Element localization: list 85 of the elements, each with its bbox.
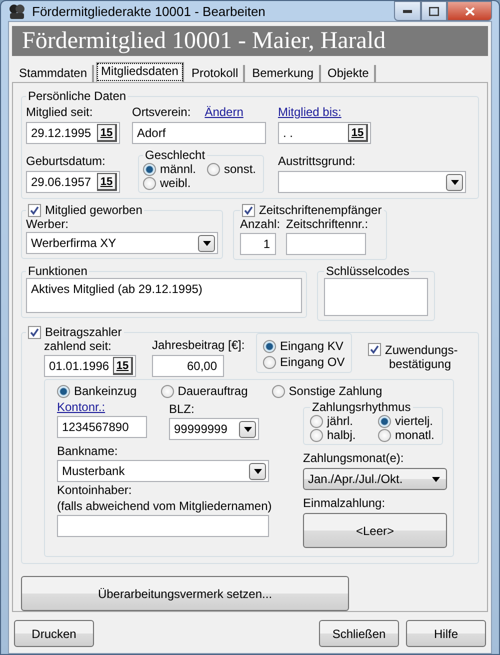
input-field[interactable]: 1 (240, 233, 276, 255)
field-label: zahlend seit: (44, 339, 112, 354)
field-label: BLZ: (169, 402, 196, 417)
field-label: Einmalzahlung: (303, 496, 386, 511)
dialog-button[interactable]: Schließen (319, 620, 399, 647)
checkmark-icon (370, 345, 379, 354)
group-title: Schlüsselcodes (325, 264, 410, 278)
text-area[interactable]: Aktives Mitglied (ab 29.12.1995) (26, 278, 302, 313)
checkbox[interactable]: Zuwendungs-bestätigung (368, 343, 460, 371)
close-icon (464, 6, 474, 16)
dropdown[interactable]: Musterbank (57, 460, 269, 482)
tab[interactable]: Mitgliedsdaten (96, 62, 184, 82)
calendar-button[interactable]: 15 (348, 124, 368, 142)
field-label: Zeitschriftennr.: (286, 217, 366, 232)
calendar-button[interactable]: 15 (113, 357, 133, 375)
radio-button[interactable]: männl. (143, 162, 199, 176)
field-label: Geburtsdatum: (26, 154, 106, 169)
account-number-link[interactable]: Kontonr.: (57, 400, 152, 415)
dropdown-arrow-icon (450, 180, 458, 184)
group-title: Persönliche Daten (27, 89, 128, 103)
radio-button[interactable]: Eingang OV (263, 355, 345, 369)
input-field[interactable]: 1234567890 (57, 416, 147, 438)
checkbox[interactable]: Mitglied geworben (28, 203, 142, 217)
radio-button[interactable]: viertelj. (378, 414, 438, 428)
field-label: Jahresbeitrag [€]: (152, 337, 246, 354)
one-time-payment-button[interactable]: <Leer> (303, 513, 447, 548)
dropdown-button[interactable] (198, 234, 215, 252)
field-label: Ortsverein: (132, 105, 191, 120)
calendar-button[interactable]: 15 (97, 124, 117, 142)
date-field[interactable]: 29.06.1957 15 (26, 171, 120, 193)
field-label: Zahlungsmonat(e): (303, 451, 405, 466)
field-label: (falls abweichend vom Mitgliedernamen) (57, 499, 273, 514)
radio-button[interactable]: Eingang KV (263, 339, 345, 353)
group-title: Funktionen (27, 264, 88, 278)
checkbox[interactable]: Zeitschriftenempfänger (242, 203, 382, 217)
radio-button[interactable]: Bankeinzug (57, 384, 137, 398)
radio-button[interactable]: monatl. (378, 428, 438, 442)
input-field[interactable]: 60,00 (152, 355, 224, 377)
radio-button[interactable]: Dauerauftrag (160, 384, 248, 398)
checkmark-icon (30, 206, 39, 214)
calendar-button[interactable]: 15 (97, 173, 117, 191)
radio-button[interactable]: sonst. (207, 162, 259, 176)
dropdown-button[interactable] (239, 420, 256, 438)
field-label: Werber: (26, 217, 68, 231)
record-header: Fördermitglied 10001 - Maier, Harald (12, 26, 488, 56)
revision-note-button[interactable]: Überarbeitungsvermerk setzen... (21, 576, 349, 611)
dropdown-arrow-icon (254, 468, 262, 474)
minimize-button[interactable] (394, 1, 421, 21)
field-label: Austrittsgrund: (278, 154, 356, 169)
minimize-icon (403, 10, 412, 12)
dialog-button[interactable]: Hilfe (406, 620, 486, 647)
checkbox[interactable]: Beitragszahler (28, 325, 122, 339)
group-title: Zahlungsrhythmus (311, 400, 412, 414)
field-label: Kontoinhaber: (57, 483, 133, 498)
maximize-icon (429, 6, 439, 16)
radio-button[interactable]: jährl. (310, 414, 378, 428)
field-label: Mitglied seit: (26, 105, 94, 120)
change-link[interactable]: Ändern (204, 105, 244, 120)
member-until-link[interactable]: Mitglied bis: (278, 105, 466, 120)
input-field[interactable] (286, 233, 366, 255)
dropdown-button[interactable] (249, 462, 266, 480)
checkmark-icon (244, 206, 253, 214)
dropdown-arrow-icon (244, 426, 252, 432)
app-icon (8, 3, 26, 19)
radio-button[interactable]: Sonstige Zahlung (272, 384, 382, 398)
radio-button[interactable]: weibl. (143, 176, 199, 190)
input-field[interactable]: Adorf (132, 122, 266, 144)
input-field[interactable] (57, 515, 269, 537)
close-button[interactable] (447, 1, 492, 21)
dropdown-arrow-icon (432, 476, 440, 482)
dropdown-arrow-icon (202, 240, 210, 246)
group-title: Geschlecht (144, 148, 206, 162)
dropdown[interactable]: 99999999 (169, 418, 259, 440)
maximize-button[interactable] (421, 1, 447, 21)
date-field[interactable]: . . 15 (278, 122, 371, 144)
month-dropdown[interactable]: Jan./Apr./Jul./Okt. (303, 468, 447, 490)
date-field[interactable]: 01.01.1996 15 (44, 355, 136, 377)
dropdown-button[interactable] (446, 174, 463, 190)
radio-button[interactable]: halbj. (310, 428, 378, 442)
date-field[interactable]: 29.12.1995 15 (26, 122, 120, 144)
dialog-button[interactable]: Drucken (14, 620, 94, 647)
field-label: Bankname: (57, 444, 119, 459)
dropdown[interactable]: Werberfirma XY (26, 232, 218, 254)
window-title: Fördermitgliederakte 10001 - Bearbeiten (32, 4, 266, 18)
checkmark-icon (30, 328, 39, 336)
